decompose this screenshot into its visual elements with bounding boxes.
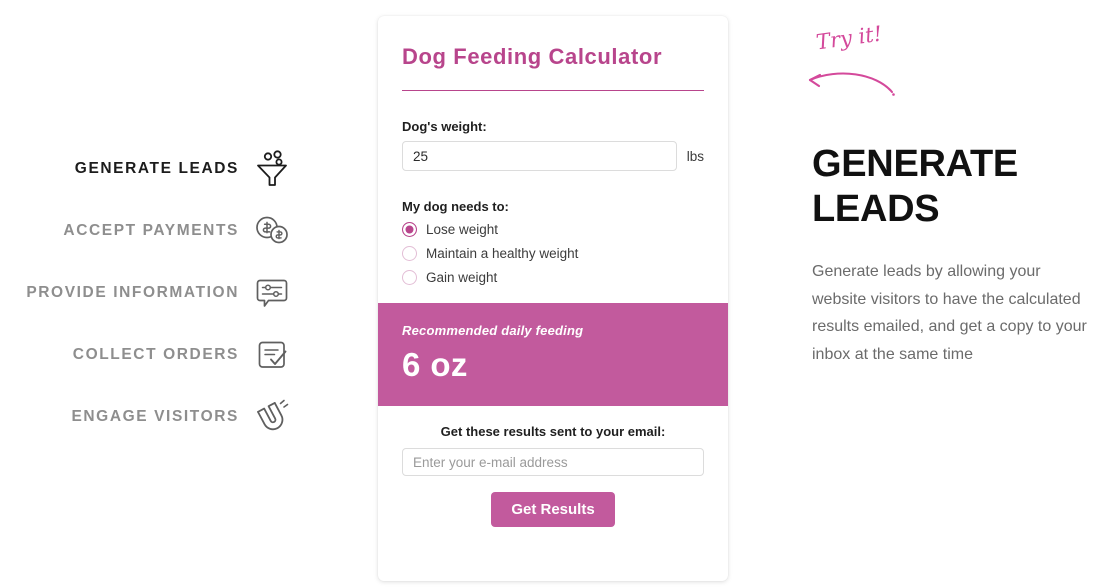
radio-option-gain-weight[interactable]: Gain weight [402, 270, 704, 285]
weight-field-row: lbs [402, 141, 704, 171]
magnet-icon [253, 397, 291, 437]
weight-field-label: Dog's weight: [402, 119, 487, 134]
radio-option-label: Lose weight [426, 222, 499, 237]
title-divider [402, 90, 704, 91]
email-capture-label: Get these results sent to your email: [440, 424, 666, 439]
radio-option-label: Maintain a healthy weight [426, 246, 579, 261]
goal-radio-group: Lose weight Maintain a healthy weight Ga… [402, 222, 704, 285]
funnel-icon [253, 149, 291, 189]
submit-button-wrapper: Get Results [402, 492, 704, 527]
coins-dollar-icon [253, 211, 291, 251]
page-root: GENERATE LEADS ACCEPT PAYMENTS PROVIDE I… [0, 0, 1104, 587]
feature-list: GENERATE LEADS ACCEPT PAYMENTS PROVIDE I… [0, 138, 305, 448]
curved-arrow-icon [808, 72, 895, 96]
feature-item-label: COLLECT ORDERS [72, 346, 239, 363]
result-banner: Recommended daily feeding 6 oz [378, 303, 728, 406]
radio-button-icon[interactable] [402, 246, 417, 261]
goal-field-label: My dog needs to: [402, 199, 509, 214]
feature-item-label: ACCEPT PAYMENTS [63, 222, 239, 239]
calculator-title: Dog Feeding Calculator [402, 44, 663, 69]
radio-button-icon[interactable] [402, 270, 417, 285]
promo-heading: GENERATE LEADS [812, 143, 1018, 230]
feature-item-collect-orders[interactable]: COLLECT ORDERS [0, 324, 305, 386]
feature-item-generate-leads[interactable]: GENERATE LEADS [0, 138, 305, 200]
radio-button-icon[interactable] [402, 222, 417, 237]
promo-panel: Try it! GENERATE LEADS Generate leads by… [790, 0, 1104, 587]
result-value: 6 oz [402, 346, 468, 383]
radio-option-label: Gain weight [426, 270, 498, 285]
calculator-form-section: Dog Feeding Calculator Dog's weight: lbs… [378, 16, 728, 285]
radio-option-lose-weight[interactable]: Lose weight [402, 222, 704, 237]
promo-body-text: Generate leads by allowing your website … [812, 263, 1087, 363]
feature-item-accept-payments[interactable]: ACCEPT PAYMENTS [0, 200, 305, 262]
feature-item-label: GENERATE LEADS [74, 160, 239, 177]
radio-option-maintain-weight[interactable]: Maintain a healthy weight [402, 246, 704, 261]
try-it-annotation: Try it! [800, 22, 920, 98]
get-results-button[interactable]: Get Results [491, 492, 615, 527]
feature-item-provide-information[interactable]: PROVIDE INFORMATION [0, 262, 305, 324]
email-input[interactable] [402, 448, 704, 476]
weight-input[interactable] [402, 141, 677, 171]
email-capture-section: Get these results sent to your email: Ge… [378, 406, 728, 527]
document-check-icon [253, 335, 291, 375]
feature-item-label: ENGAGE VISITORS [71, 408, 239, 425]
weight-unit-label: lbs [686, 148, 704, 164]
dog-feeding-calculator-card: Dog Feeding Calculator Dog's weight: lbs… [378, 16, 728, 581]
chat-sliders-icon [253, 273, 291, 313]
feature-item-engage-visitors[interactable]: ENGAGE VISITORS [0, 386, 305, 448]
try-it-label: Try it! [814, 21, 884, 55]
feature-item-label: PROVIDE INFORMATION [26, 284, 239, 301]
result-caption: Recommended daily feeding [402, 323, 584, 338]
